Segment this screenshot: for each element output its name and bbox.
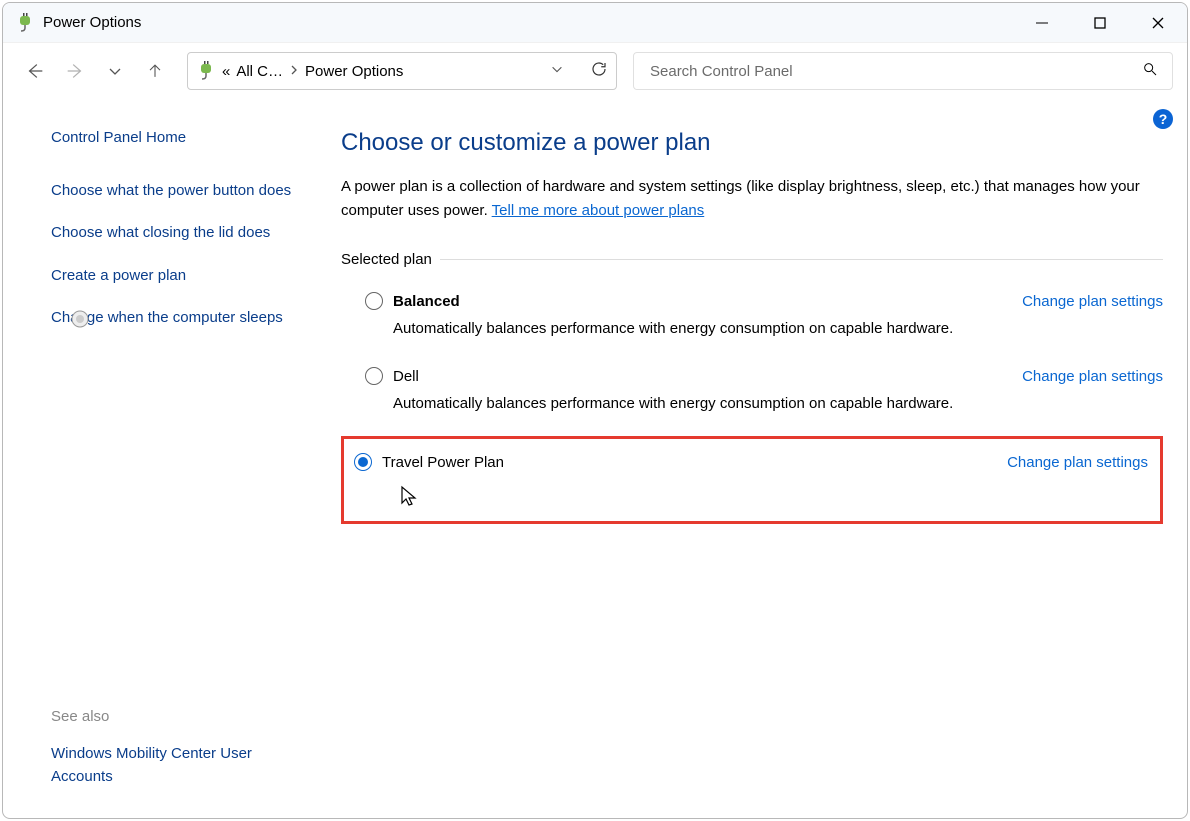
change-plan-settings-link[interactable]: Change plan settings [1007, 454, 1148, 471]
navigation-bar: « All C… Power Options [3, 43, 1187, 99]
forward-button[interactable] [57, 53, 93, 89]
window-title: Power Options [43, 14, 141, 31]
radio-dell[interactable] [365, 367, 383, 385]
section-divider [440, 259, 1163, 260]
page-heading: Choose or customize a power plan [341, 129, 1163, 157]
sidebar-link-create-plan[interactable]: Create a power plan [51, 265, 303, 288]
breadcrumb-current[interactable]: Power Options [305, 63, 403, 80]
content-area: Control Panel Home Choose what the power… [3, 99, 1187, 818]
see-also-label: See also [51, 708, 303, 725]
up-button[interactable] [137, 53, 173, 89]
plan-description: Automatically balances performance with … [393, 395, 1163, 412]
plan-description: Automatically balances performance with … [393, 320, 1163, 337]
sidebar-link-power-button[interactable]: Choose what the power button does [51, 180, 303, 203]
mouse-cursor-icon [400, 485, 418, 511]
power-options-icon [15, 13, 35, 33]
address-dropdown[interactable] [550, 62, 564, 80]
learn-more-link[interactable]: Tell me more about power plans [492, 202, 705, 219]
power-plan-dell: Dell Change plan settings Automatically … [341, 361, 1163, 436]
title-bar: Power Options [3, 3, 1187, 43]
window-frame: Power Options [2, 2, 1188, 819]
help-icon[interactable]: ? [1153, 109, 1173, 129]
window-controls [1013, 3, 1187, 42]
power-plan-balanced: Balanced Change plan settings Automatica… [341, 286, 1163, 361]
address-bar[interactable]: « All C… Power Options [187, 52, 617, 90]
radio-travel[interactable] [354, 453, 372, 471]
close-button[interactable] [1129, 3, 1187, 42]
maximize-button[interactable] [1071, 3, 1129, 42]
sidebar-link-closing-lid[interactable]: Choose what closing the lid does [51, 222, 303, 245]
search-input[interactable] [648, 62, 1142, 81]
power-plan-travel: Travel Power Plan Change plan settings [341, 436, 1163, 524]
see-also-mobility-center[interactable]: Windows Mobility Center [51, 745, 216, 762]
section-header: Selected plan [341, 251, 1163, 268]
power-options-icon [196, 61, 216, 81]
change-plan-settings-link[interactable]: Change plan settings [1022, 368, 1163, 385]
radio-balanced[interactable] [365, 292, 383, 310]
search-icon[interactable] [1142, 61, 1158, 81]
back-button[interactable] [17, 53, 53, 89]
plan-name[interactable]: Balanced [393, 293, 460, 310]
shield-icon [71, 310, 89, 328]
change-plan-settings-link[interactable]: Change plan settings [1022, 293, 1163, 310]
breadcrumb-prefix: « [222, 63, 230, 80]
recent-locations-dropdown[interactable] [97, 53, 133, 89]
control-panel-home-link[interactable]: Control Panel Home [51, 127, 303, 150]
sidebar: Control Panel Home Choose what the power… [3, 99, 323, 818]
refresh-button[interactable] [590, 60, 608, 82]
main-panel: ? Choose or customize a power plan A pow… [323, 99, 1187, 818]
search-box[interactable] [633, 52, 1173, 90]
page-description: A power plan is a collection of hardware… [341, 175, 1161, 223]
chevron-right-icon[interactable] [289, 63, 299, 80]
section-label-text: Selected plan [341, 251, 432, 268]
minimize-button[interactable] [1013, 3, 1071, 42]
plan-name[interactable]: Dell [393, 368, 419, 385]
plan-name[interactable]: Travel Power Plan [382, 454, 504, 471]
breadcrumb-root[interactable]: All C… [236, 63, 283, 80]
